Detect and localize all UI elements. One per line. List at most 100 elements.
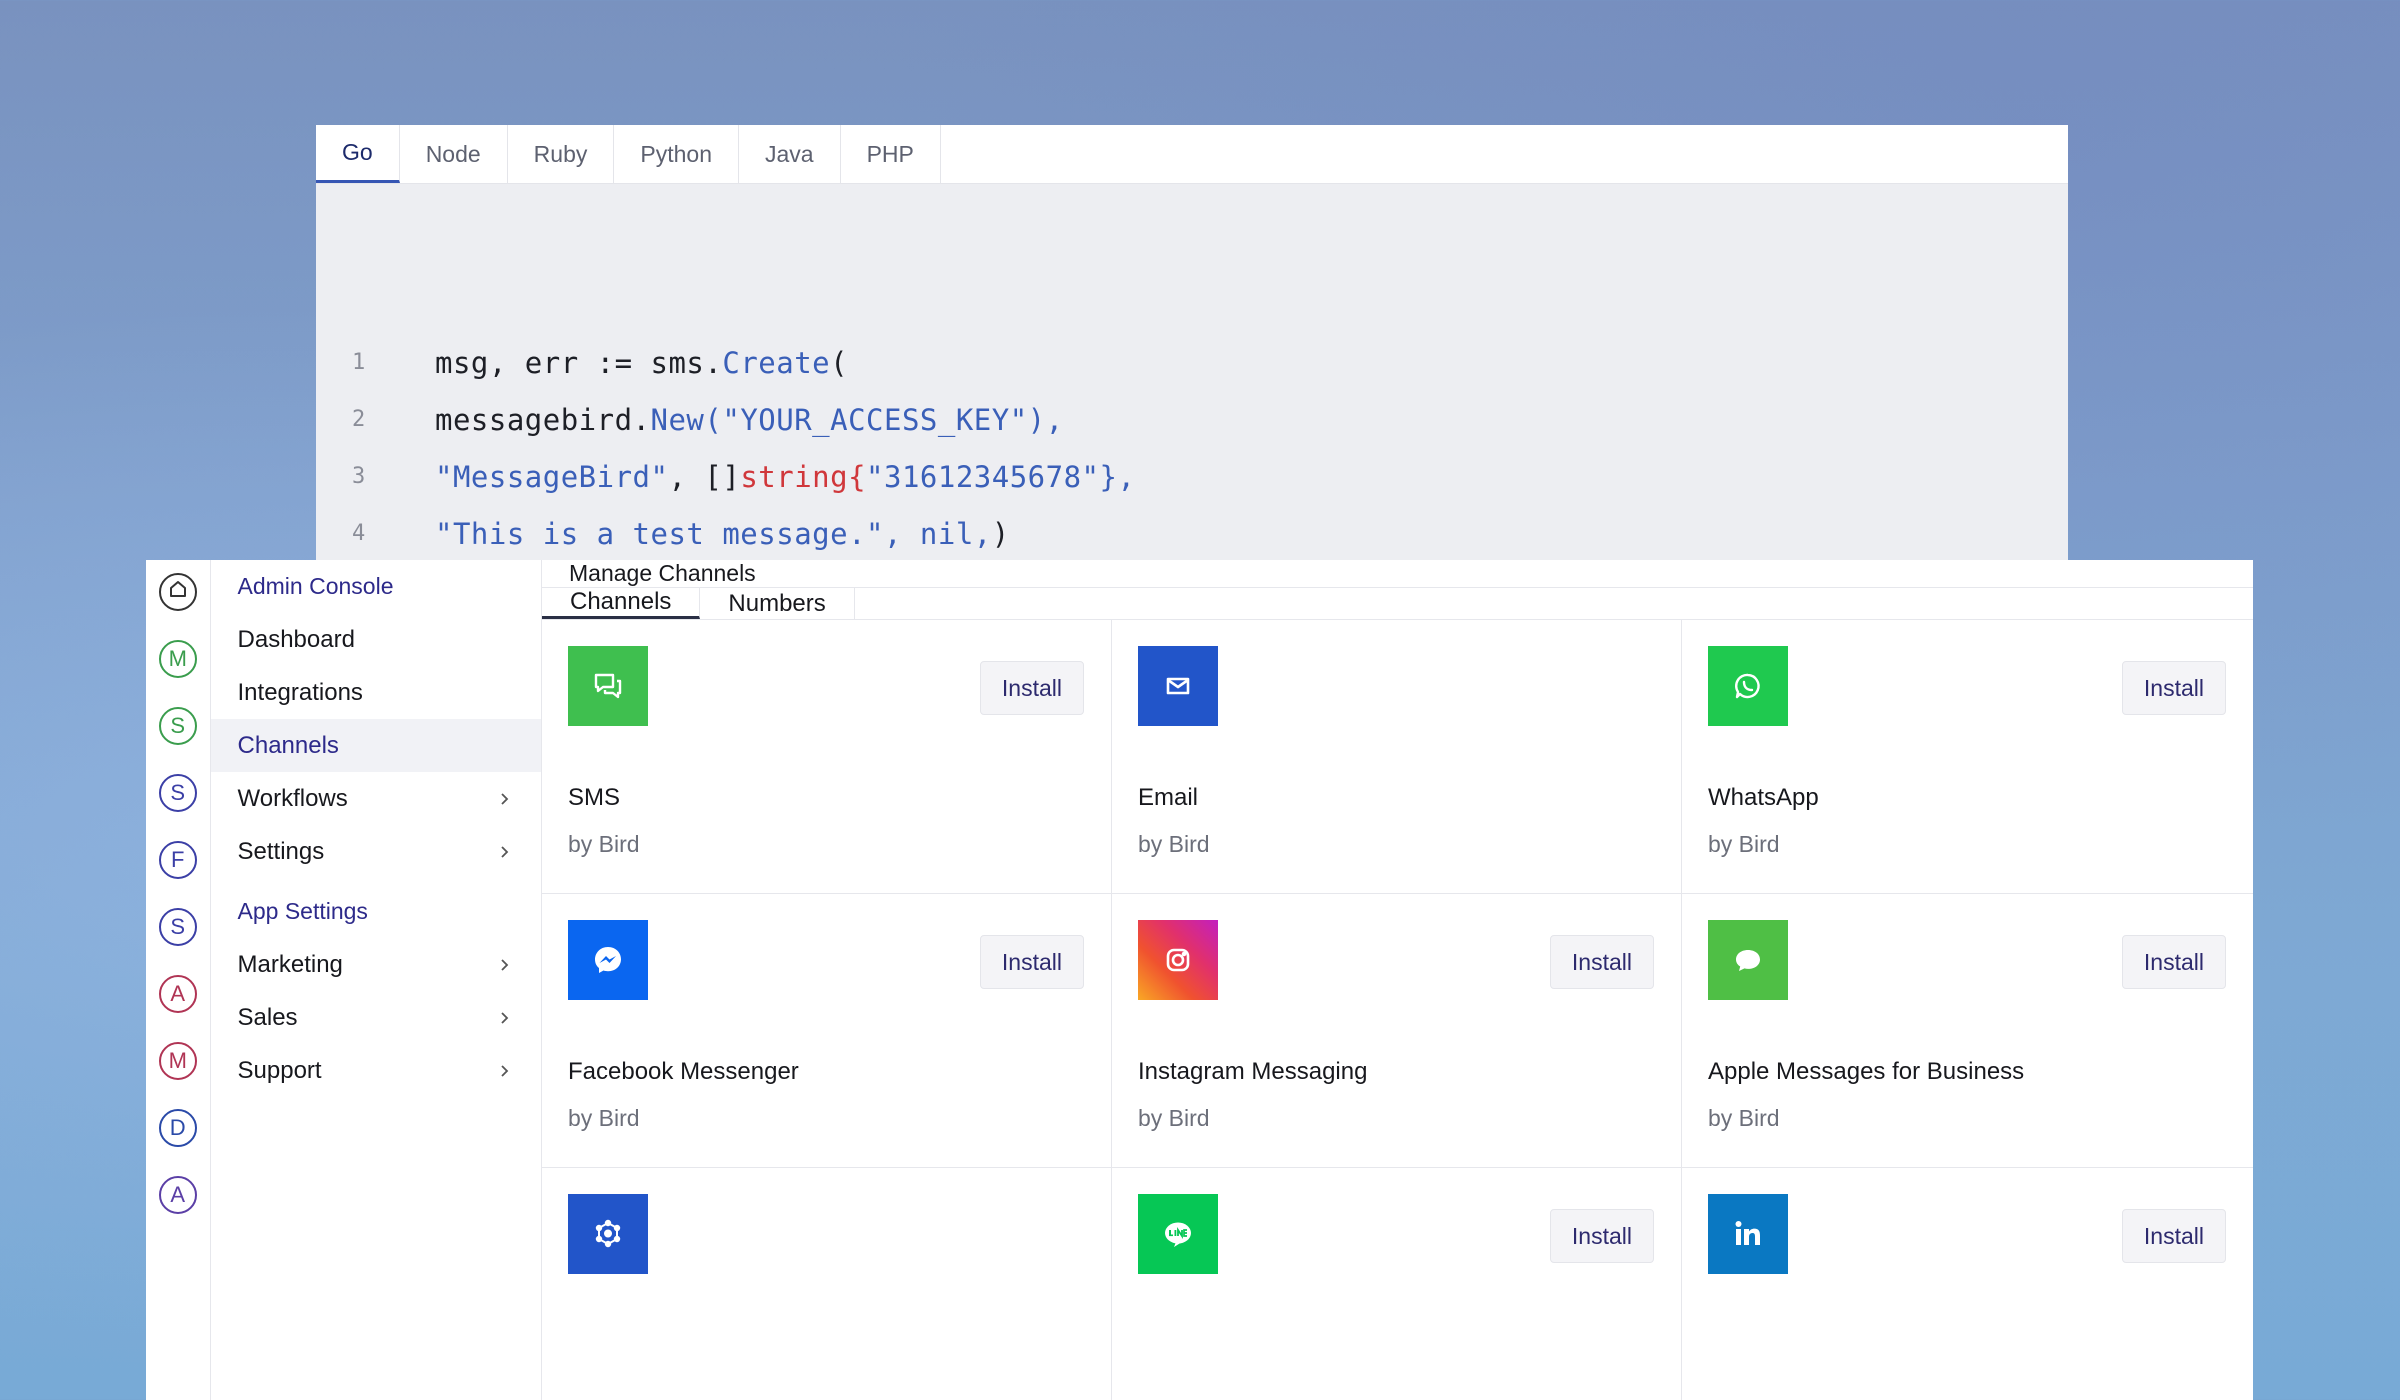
- admin-window: MSSFSAMDA Admin Console Dashboard Integra…: [146, 560, 2253, 1400]
- sidebar-item-label: Sales: [237, 1003, 298, 1031]
- workspace-avatar[interactable]: S: [158, 774, 197, 812]
- tab-ruby[interactable]: Ruby: [508, 125, 615, 183]
- chevron-right-icon: [497, 838, 511, 866]
- tab-python[interactable]: Python: [614, 125, 739, 183]
- nav-section-app-settings[interactable]: App Settings: [211, 885, 541, 938]
- workspace-avatar[interactable]: S: [158, 908, 197, 946]
- channel-vendor: by Bird: [568, 831, 640, 857]
- channel-vendor: by Bird: [1708, 1105, 1780, 1131]
- sms-icon: [568, 646, 648, 726]
- sidebar-item-marketing[interactable]: Marketing: [211, 938, 541, 991]
- sidebar-item-label: Marketing: [237, 950, 343, 978]
- code-token: "31612345678"},: [866, 459, 1136, 494]
- home-icon: [168, 579, 188, 605]
- sidebar-item-settings[interactable]: Settings: [211, 825, 541, 878]
- channel-card: Install: [1682, 1168, 2253, 1400]
- code-token: (: [830, 345, 849, 380]
- sidebar-item-channels[interactable]: Channels: [210, 719, 541, 772]
- sidebar-item-label: Channels: [237, 731, 339, 759]
- code-block: 1 msg, err := sms.Create(2 messagebird.New…: [316, 184, 2068, 562]
- cube-network-icon: [568, 1194, 648, 1274]
- linkedin-icon: [1708, 1194, 1788, 1274]
- install-button[interactable]: Install: [2121, 935, 2226, 989]
- instagram-icon: [1138, 920, 1218, 1000]
- channel-card: [542, 1168, 1112, 1400]
- sidebar-item-support[interactable]: Support: [211, 1044, 541, 1097]
- channel-name: SMS: [568, 784, 621, 811]
- sidebar-item-integrations[interactable]: Integrations: [211, 666, 541, 719]
- code-token: "MessageBird": [435, 459, 669, 494]
- channel-name: Instagram Messaging: [1138, 1058, 1368, 1085]
- install-button[interactable]: Install: [1549, 1209, 1654, 1263]
- tab-go[interactable]: Go: [316, 125, 400, 183]
- line-number: 1: [352, 350, 366, 375]
- line-number: 3: [352, 464, 366, 489]
- tab-php[interactable]: PHP: [841, 125, 941, 183]
- install-button[interactable]: Install: [2121, 661, 2226, 715]
- code-line: 4 "This is a test message.", nil,): [316, 505, 2068, 562]
- messenger-icon: [568, 920, 648, 1000]
- code-token: messagebird.: [435, 402, 651, 437]
- workspace-avatar[interactable]: A: [158, 975, 197, 1013]
- workspace-avatar[interactable]: A: [158, 1176, 197, 1214]
- tab-channels[interactable]: Channels: [542, 588, 701, 619]
- channel-name: Apple Messages for Business: [1708, 1058, 2025, 1085]
- channel-card: Install: [1112, 1168, 1682, 1400]
- sidebar-item-label: Dashboard: [237, 625, 355, 653]
- workspace-avatar[interactable]: M: [158, 640, 197, 678]
- line-number: 2: [352, 407, 366, 432]
- code-token: ("YOUR_ACCESS_KEY"),: [704, 402, 1064, 437]
- code-line: 3 "MessageBird", []string{"31612345678"},: [316, 448, 2068, 505]
- code-token: New: [650, 402, 705, 437]
- sidebar-nav: Admin Console Dashboard Integrations Chann…: [210, 560, 542, 1400]
- sidebar-item-label: Settings: [237, 837, 325, 865]
- sidebar-item-sales[interactable]: Sales: [211, 991, 541, 1044]
- channel-name: Email: [1138, 784, 1199, 811]
- workspace-avatar[interactable]: M: [158, 1042, 197, 1080]
- tab-node[interactable]: Node: [400, 125, 508, 183]
- install-button[interactable]: Install: [979, 661, 1084, 715]
- channel-card: Install Facebook Messenger by Bird: [542, 894, 1112, 1168]
- code-text: messagebird.New("YOUR_ACCESS_KEY"),: [435, 403, 1064, 437]
- channel-card: Install WhatsApp by Bird: [1682, 620, 2253, 894]
- main-content: Manage Channels Channels Numbers Install S…: [542, 560, 2253, 1400]
- line-icon: [1138, 1194, 1218, 1274]
- channel-card: Email by Bird: [1112, 620, 1682, 894]
- code-token: string{: [740, 459, 867, 494]
- sidebar-item-dashboard[interactable]: Dashboard: [211, 613, 541, 666]
- code-text: msg, err := sms.Create(: [435, 346, 848, 380]
- workspace-avatar[interactable]: F: [158, 841, 197, 879]
- install-button[interactable]: Install: [2121, 1209, 2226, 1263]
- install-button[interactable]: Install: [979, 935, 1084, 989]
- channel-vendor: by Bird: [1138, 1105, 1210, 1131]
- channel-vendor: by Bird: [568, 1105, 640, 1131]
- code-sample-panel: Go Node Ruby Python Java PHP 1 msg, err := sms…: [316, 125, 2068, 605]
- tab-numbers[interactable]: Numbers: [700, 588, 855, 619]
- code-token: , []: [668, 459, 741, 494]
- apple-messages-icon: [1708, 920, 1788, 1000]
- code-token: "This is a test message.", nil,: [435, 516, 992, 551]
- channel-grid: Install SMS by Bird Email by Bird Install What…: [542, 620, 2253, 1400]
- code-token: msg, err := sms.: [435, 345, 723, 380]
- nav-section-admin-console[interactable]: Admin Console: [211, 560, 541, 613]
- install-button[interactable]: Install: [1549, 935, 1654, 989]
- workspace-avatar[interactable]: D: [158, 1109, 197, 1147]
- channel-card: Install Instagram Messaging by Bird: [1112, 894, 1682, 1168]
- tab-java[interactable]: Java: [739, 125, 841, 183]
- chevron-right-icon: [497, 785, 511, 813]
- sidebar-item-label: Workflows: [237, 784, 348, 812]
- sidebar-item-workflows[interactable]: Workflows: [211, 772, 541, 825]
- channel-vendor: by Bird: [1138, 831, 1210, 857]
- channel-tabs: Channels Numbers: [542, 588, 2253, 620]
- channel-name: WhatsApp: [1708, 784, 1819, 811]
- home-button[interactable]: [158, 573, 197, 611]
- chevron-right-icon: [497, 1057, 511, 1085]
- code-token: Create: [722, 345, 831, 380]
- whatsapp-icon: [1708, 646, 1788, 726]
- page-title: Manage Channels: [542, 560, 2253, 588]
- channel-card: Install SMS by Bird: [542, 620, 1112, 894]
- line-number: 4: [352, 521, 366, 546]
- workspace-avatar[interactable]: S: [158, 707, 197, 745]
- chevron-right-icon: [497, 951, 511, 979]
- email-icon: [1138, 646, 1218, 726]
